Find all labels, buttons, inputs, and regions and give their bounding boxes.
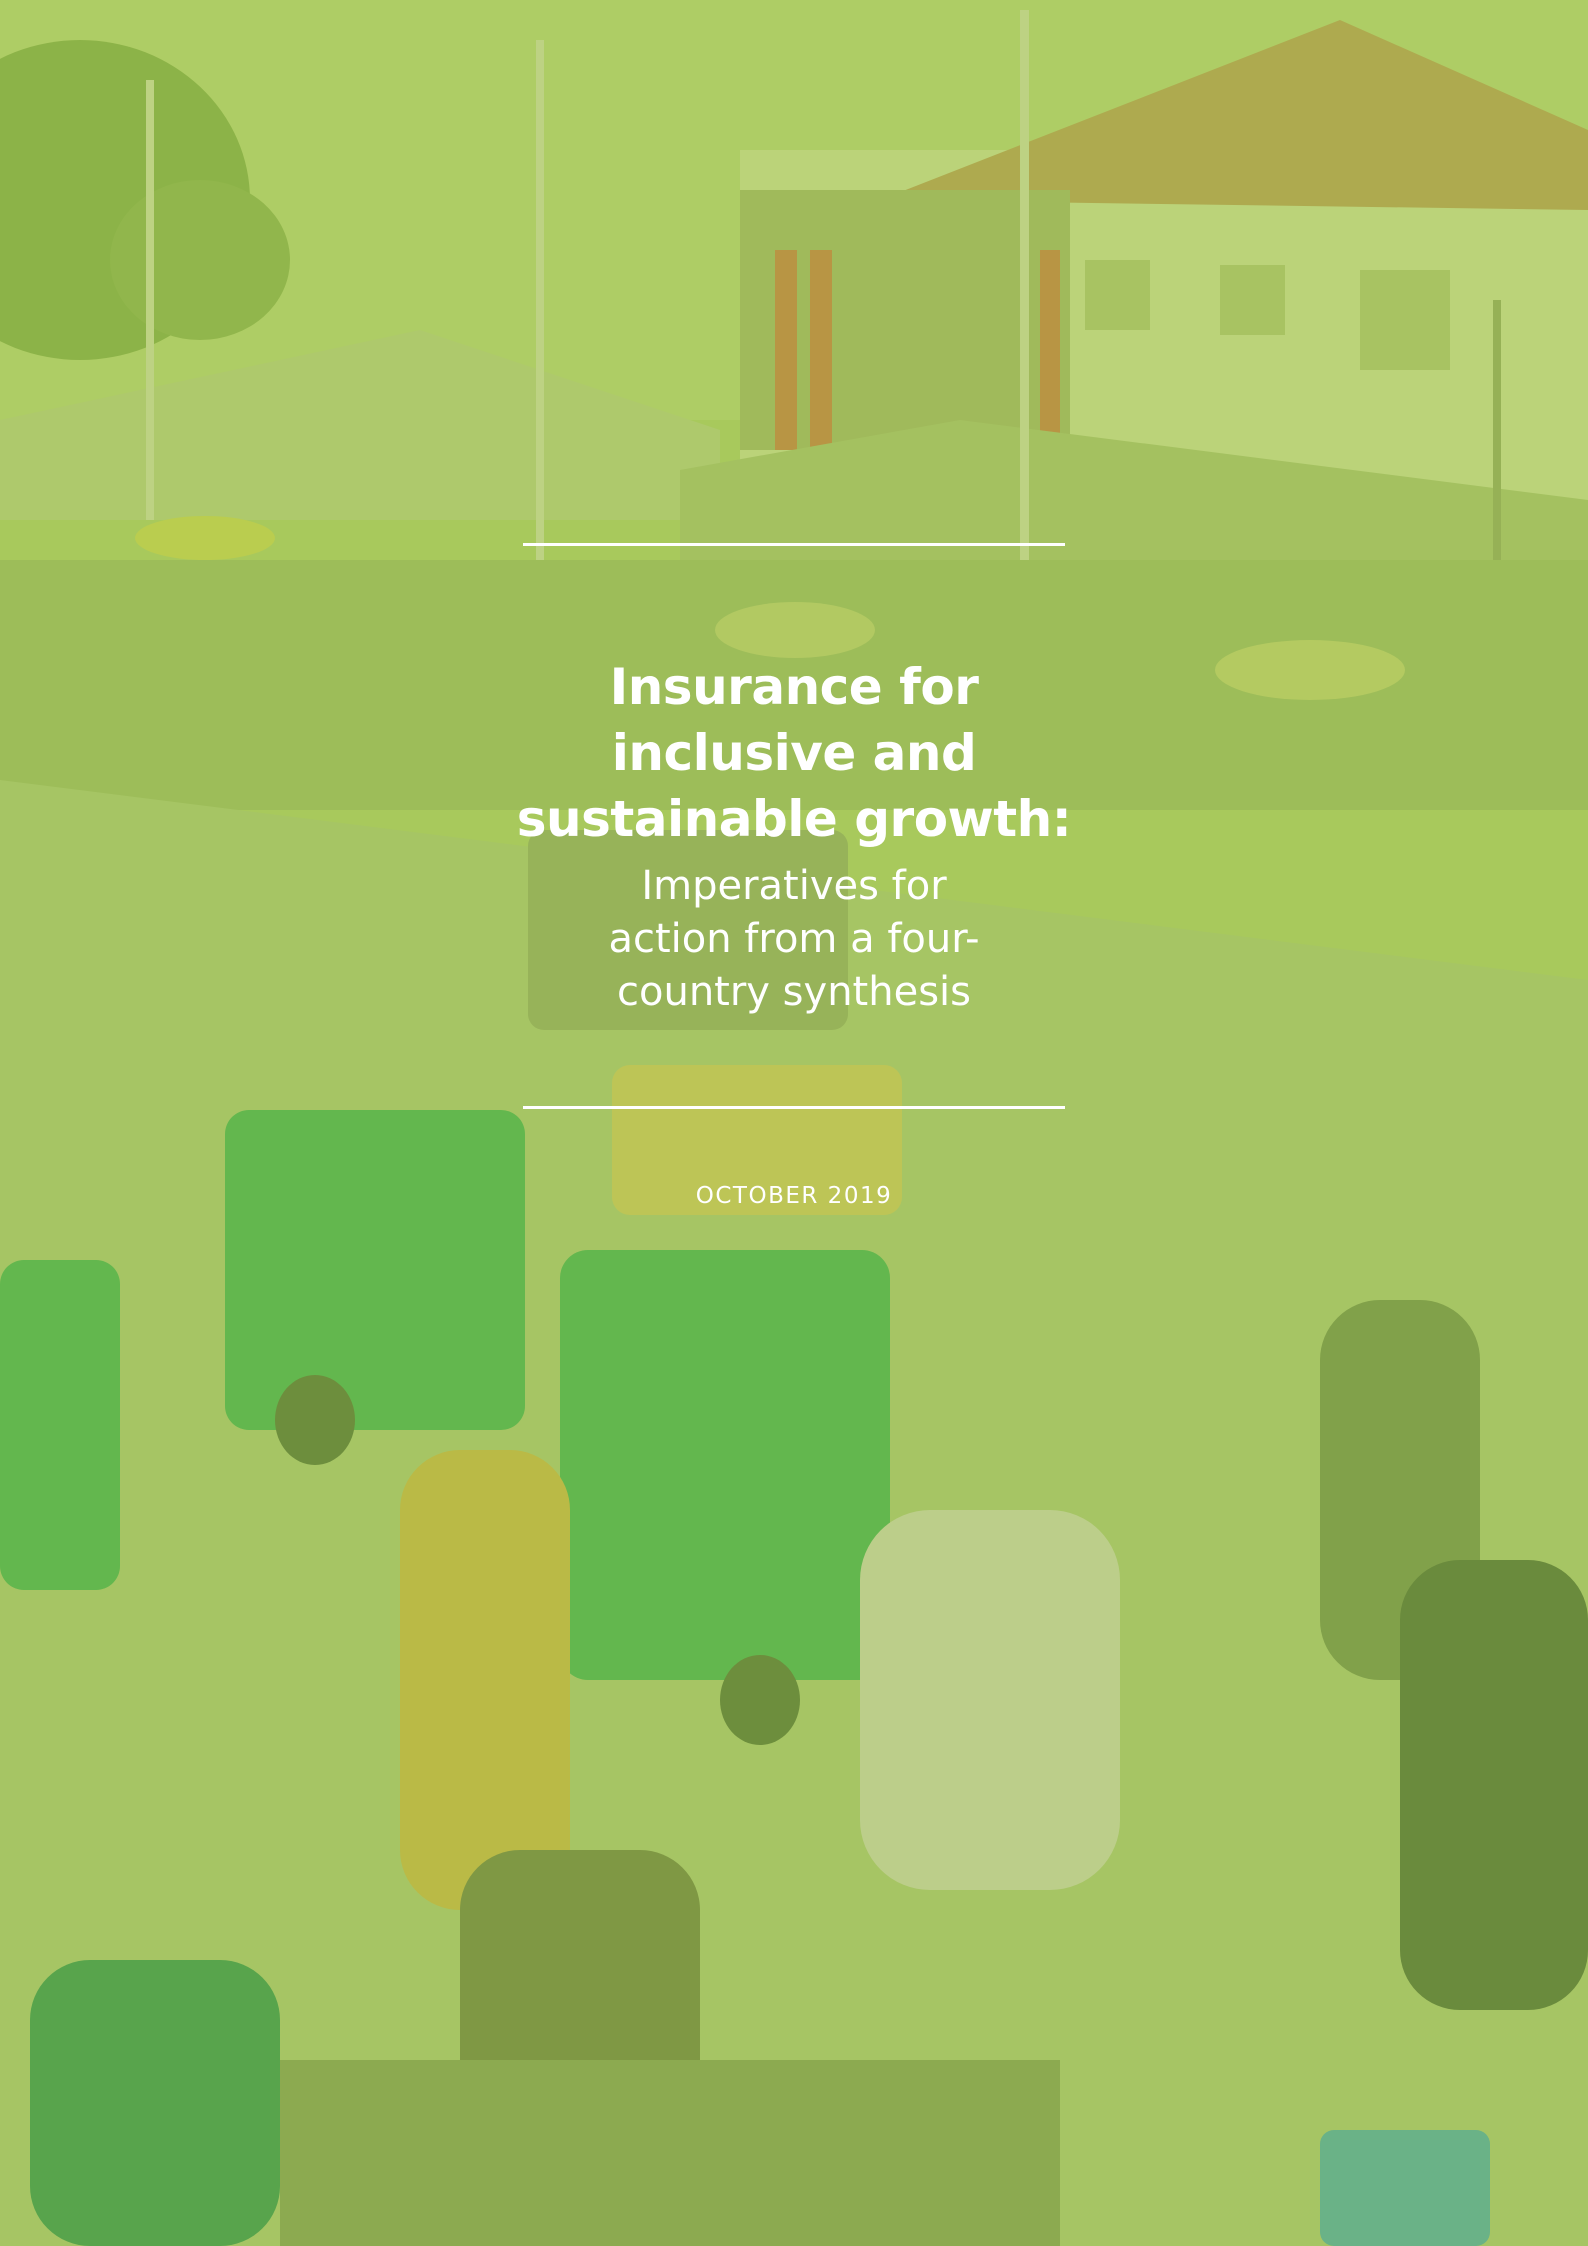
title-line-2: inclusive and xyxy=(611,723,977,782)
green-overlay xyxy=(0,0,1588,2246)
publication-date: OCTOBER 2019 xyxy=(695,1183,893,1209)
report-title: Insurance for inclusive and sustainable … xyxy=(490,654,1098,852)
bottom-divider xyxy=(523,1106,1065,1109)
report-cover: Insurance for inclusive and sustainable … xyxy=(0,0,1588,2246)
top-divider xyxy=(523,543,1065,546)
title-line-1: Insurance for xyxy=(609,657,979,716)
subtitle-line-1: Imperatives for xyxy=(641,863,947,909)
report-subtitle: Imperatives for action from a four- coun… xyxy=(560,860,1028,1019)
subtitle-line-2: action from a four- xyxy=(608,916,980,962)
title-line-3: sustainable growth: xyxy=(516,789,1072,848)
subtitle-line-3: country synthesis xyxy=(617,969,971,1015)
